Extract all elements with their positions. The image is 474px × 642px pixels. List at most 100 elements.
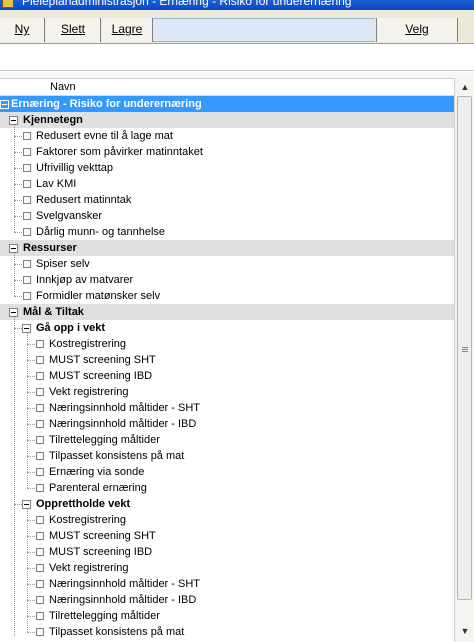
checkbox[interactable]	[36, 436, 44, 444]
collapse-icon[interactable]	[22, 324, 31, 333]
tree-connector	[14, 280, 22, 281]
window-title: Pleieplanadministrasjon - Ernæring - Ris…	[22, 0, 352, 8]
tree-connector	[27, 616, 35, 617]
checkbox[interactable]	[23, 164, 31, 172]
tree-connector	[14, 125, 15, 232]
tree-item-label: Vekt registrering	[49, 562, 129, 574]
tree-node-root[interactable]: Ernæring - Risiko for underernæring	[0, 96, 454, 112]
tree-connector	[27, 333, 28, 488]
tree-connector	[14, 296, 22, 297]
checkbox[interactable]	[23, 132, 31, 140]
save-button[interactable]: Lagre	[102, 18, 153, 42]
checkbox[interactable]	[36, 468, 44, 476]
tree-item-label: Tilpasset konsistens på mat	[49, 450, 185, 462]
tree-item-label: Faktorer som påvirker matinntaket	[36, 146, 203, 158]
title-bar: Pleieplanadministrasjon - Ernæring - Ris…	[0, 0, 474, 10]
tree-connector	[14, 136, 22, 137]
app-icon	[2, 0, 14, 8]
tree-item-label: MUST screening IBD	[49, 370, 153, 382]
checkbox[interactable]	[23, 212, 31, 220]
tree-connector	[14, 152, 22, 153]
checkbox[interactable]	[23, 148, 31, 156]
vertical-scrollbar[interactable]: ▲ ▼	[454, 78, 474, 642]
checkbox[interactable]	[36, 484, 44, 492]
new-button[interactable]: Ny	[0, 18, 45, 42]
tree-connector	[27, 632, 35, 633]
checkbox[interactable]	[36, 596, 44, 604]
checkbox[interactable]	[36, 404, 44, 412]
tree-node-group[interactable]: Kjennetegn	[0, 112, 454, 128]
tree-item-label: Vekt registrering	[49, 386, 129, 398]
scroll-thumb[interactable]	[457, 96, 472, 600]
tree-item-label: Parenteral ernæring	[49, 482, 147, 494]
tree-connector	[27, 360, 35, 361]
collapse-icon[interactable]	[22, 500, 31, 509]
collapse-icon[interactable]	[0, 100, 9, 109]
tree-connector	[14, 184, 22, 185]
checkbox[interactable]	[36, 340, 44, 348]
tree-item-label: Kjennetegn	[23, 114, 83, 126]
tree-item-label: Formidler matønsker selv	[36, 290, 161, 302]
checkbox[interactable]	[36, 420, 44, 428]
tree-item-label: MUST screening SHT	[49, 354, 156, 366]
checkbox[interactable]	[36, 388, 44, 396]
checkbox[interactable]	[36, 516, 44, 524]
collapse-icon[interactable]	[9, 308, 18, 317]
tree-connector	[27, 520, 35, 521]
tree-item-label: MUST screening IBD	[49, 546, 153, 558]
checkbox[interactable]	[36, 548, 44, 556]
scroll-down-arrow-icon[interactable]: ▼	[457, 623, 473, 639]
tree-node-group[interactable]: Mål & Tiltak	[0, 304, 454, 320]
checkbox[interactable]	[36, 356, 44, 364]
care-plan-tree[interactable]: Navn Ernæring - Risiko for underernæring…	[0, 78, 454, 642]
tree-node-group[interactable]: Ressurser	[0, 240, 454, 256]
checkbox[interactable]	[23, 228, 31, 236]
column-header[interactable]: Navn	[0, 79, 454, 96]
tree-connector	[27, 536, 35, 537]
tree-item-label: Ernæring - Risiko for underernæring	[11, 98, 202, 110]
checkbox[interactable]	[36, 452, 44, 460]
checkbox[interactable]	[36, 580, 44, 588]
checkbox[interactable]	[36, 532, 44, 540]
scroll-up-arrow-icon[interactable]: ▲	[457, 79, 473, 95]
tree-connector	[27, 424, 35, 425]
collapse-icon[interactable]	[9, 116, 18, 125]
checkbox[interactable]	[23, 276, 31, 284]
tree-item-label: Ressurser	[23, 242, 77, 254]
search-field[interactable]	[0, 45, 474, 71]
tree-item-label: Mål & Tiltak	[23, 306, 84, 318]
tree-item-label: Dårlig munn- og tannhelse	[36, 226, 166, 238]
tree-item-label: Innkjøp av matvarer	[36, 274, 134, 286]
tree-item-label: Redusert matinntak	[36, 194, 132, 206]
tree-item-label: Næringsinnhold måltider - SHT	[49, 578, 200, 590]
tree-item-label: Lav KMI	[36, 178, 77, 190]
tree-connector	[27, 376, 35, 377]
tree-item-label: Kostregistrering	[49, 338, 127, 350]
tree-connector	[27, 472, 35, 473]
tree-connector	[27, 552, 35, 553]
tree-connector	[27, 584, 35, 585]
checkbox[interactable]	[36, 612, 44, 620]
tree-connector	[27, 440, 35, 441]
checkbox[interactable]	[36, 372, 44, 380]
tree-item-label: Næringsinnhold måltider - SHT	[49, 402, 200, 414]
tree-connector	[27, 568, 35, 569]
checkbox[interactable]	[23, 292, 31, 300]
tree-connector	[14, 264, 22, 265]
checkbox[interactable]	[23, 260, 31, 268]
checkbox[interactable]	[23, 196, 31, 204]
tree-item-label: Redusert evne til å lage mat	[36, 130, 173, 142]
tree-item-label: Ernæring via sonde	[49, 466, 145, 478]
tree-item-label: MUST screening SHT	[49, 530, 156, 542]
tree-item-label: Gå opp i vekt	[36, 322, 106, 334]
tree-item-label: Tilrettelegging måltider	[49, 610, 160, 622]
checkbox[interactable]	[36, 628, 44, 636]
collapse-icon[interactable]	[9, 244, 18, 253]
tree-connector	[14, 253, 15, 296]
checkbox[interactable]	[36, 564, 44, 572]
select-button[interactable]: Velg	[376, 18, 458, 42]
toolbar-spacer	[153, 18, 375, 42]
checkbox[interactable]	[23, 180, 31, 188]
tree-item-label: Tilrettelegging måltider	[49, 434, 160, 446]
delete-button[interactable]: Slett	[46, 18, 101, 42]
